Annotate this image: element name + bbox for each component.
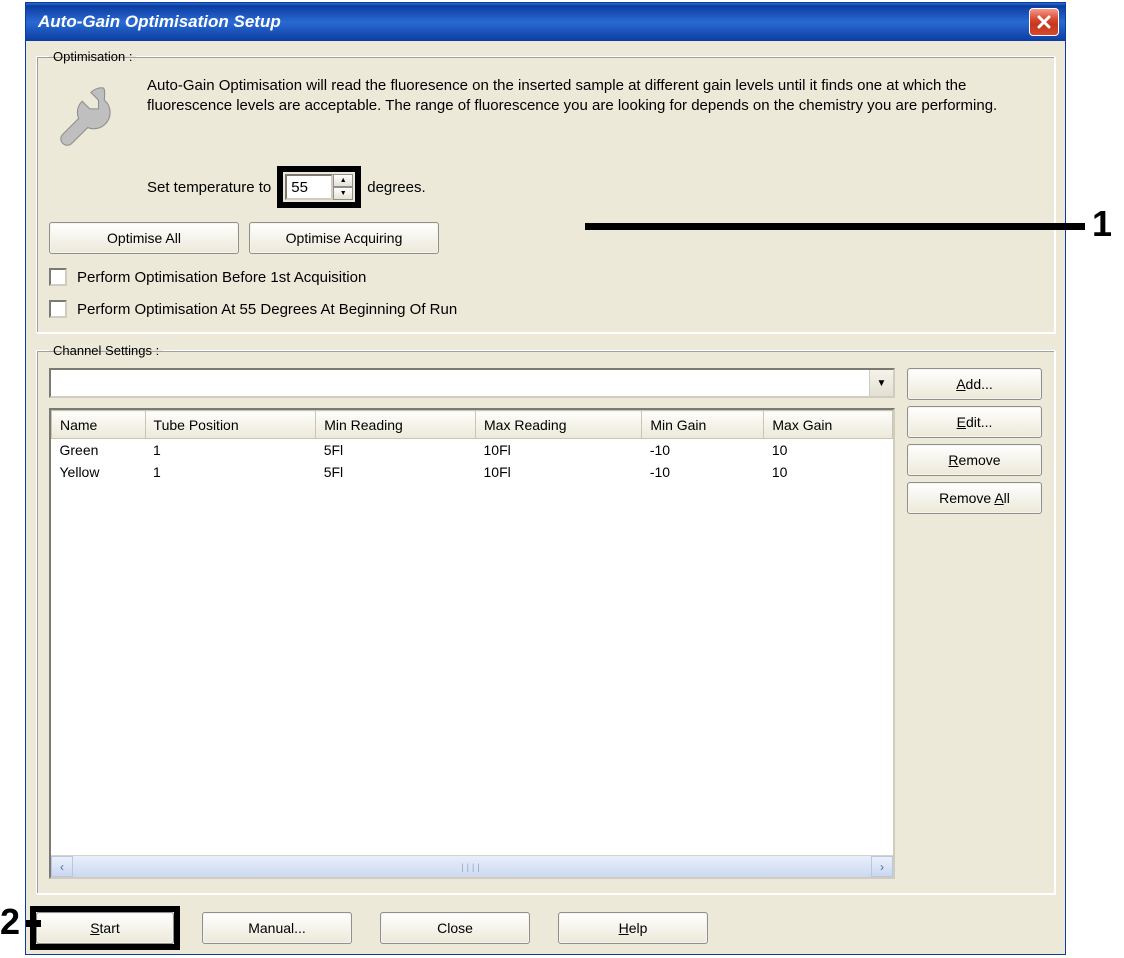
scroll-track[interactable]: ||||: [73, 856, 871, 877]
remove-button[interactable]: Remove: [907, 444, 1042, 476]
channel-table: Name Tube Position Min Reading Max Readi…: [51, 410, 893, 483]
close-button[interactable]: Close: [380, 912, 530, 944]
temperature-input[interactable]: [285, 174, 333, 200]
col-minr[interactable]: Min Reading: [316, 411, 476, 439]
chevron-left-icon: ‹: [60, 860, 64, 874]
start-button-highlight: Start: [30, 906, 180, 950]
bottom-button-row: Start Manual... Close Help: [36, 904, 1055, 944]
chevron-down-icon: ▼: [877, 378, 887, 389]
channel-table-container: Name Tube Position Min Reading Max Readi…: [49, 408, 895, 879]
temperature-up-button[interactable]: ▲: [333, 174, 353, 187]
col-maxr[interactable]: Max Reading: [476, 411, 642, 439]
perform-before-first-label: Perform Optimisation Before 1st Acquisit…: [77, 269, 366, 286]
horizontal-scrollbar[interactable]: ‹ |||| ›: [51, 855, 893, 877]
scroll-left-button[interactable]: ‹: [51, 856, 73, 877]
table-row[interactable]: Green 1 5Fl 10Fl -10 10: [52, 439, 893, 461]
add-button[interactable]: Add...: [907, 368, 1042, 400]
close-window-button[interactable]: [1029, 8, 1059, 36]
dialog-window: Auto-Gain Optimisation Setup Optimisatio…: [25, 2, 1066, 955]
optimisation-description: Auto-Gain Optimisation will read the flu…: [147, 74, 1042, 117]
col-maxg[interactable]: Max Gain: [764, 411, 893, 439]
titlebar: Auto-Gain Optimisation Setup: [26, 3, 1065, 41]
temperature-down-button[interactable]: ▼: [333, 187, 353, 200]
col-ming[interactable]: Min Gain: [642, 411, 764, 439]
callout-1-line: [585, 223, 1085, 230]
channel-dropdown-value: [51, 370, 869, 396]
remove-all-button[interactable]: Remove All: [907, 482, 1042, 514]
channel-settings-legend: Channel Settings :: [49, 343, 163, 358]
chevron-right-icon: ›: [880, 860, 884, 874]
close-icon: [1036, 14, 1052, 30]
dropdown-arrow-button[interactable]: ▼: [869, 370, 893, 396]
channel-settings-group: Channel Settings : ▼: [36, 343, 1055, 894]
temp-prefix-label: Set temperature to: [147, 179, 271, 196]
wrench-icon: [49, 74, 129, 154]
channel-dropdown[interactable]: ▼: [49, 368, 895, 398]
help-button[interactable]: Help: [558, 912, 708, 944]
scroll-right-button[interactable]: ›: [871, 856, 893, 877]
perform-before-first-checkbox[interactable]: [49, 268, 67, 286]
optimisation-legend: Optimisation :: [49, 49, 136, 64]
temperature-spinner-highlight: ▲ ▼: [277, 166, 361, 208]
col-name[interactable]: Name: [52, 411, 146, 439]
col-tube[interactable]: Tube Position: [145, 411, 316, 439]
optimise-all-button[interactable]: Optimise All: [49, 222, 239, 254]
callout-2-label: 2: [0, 901, 20, 943]
perform-at-55-label: Perform Optimisation At 55 Degrees At Be…: [77, 301, 457, 318]
temperature-row: Set temperature to ▲ ▼ degrees.: [147, 172, 1042, 202]
callout-2-line: [26, 920, 41, 927]
temp-suffix-label: degrees.: [367, 179, 425, 196]
optimise-acquiring-button[interactable]: Optimise Acquiring: [249, 222, 439, 254]
edit-button[interactable]: Edit...: [907, 406, 1042, 438]
manual-button[interactable]: Manual...: [202, 912, 352, 944]
table-row[interactable]: Yellow 1 5Fl 10Fl -10 10: [52, 461, 893, 483]
start-button[interactable]: Start: [36, 912, 174, 944]
optimisation-group: Optimisation : Auto-Gain Optimisation wi…: [36, 49, 1055, 333]
callout-1-label: 1: [1092, 203, 1112, 245]
perform-at-55-checkbox[interactable]: [49, 300, 67, 318]
window-title: Auto-Gain Optimisation Setup: [38, 12, 281, 32]
